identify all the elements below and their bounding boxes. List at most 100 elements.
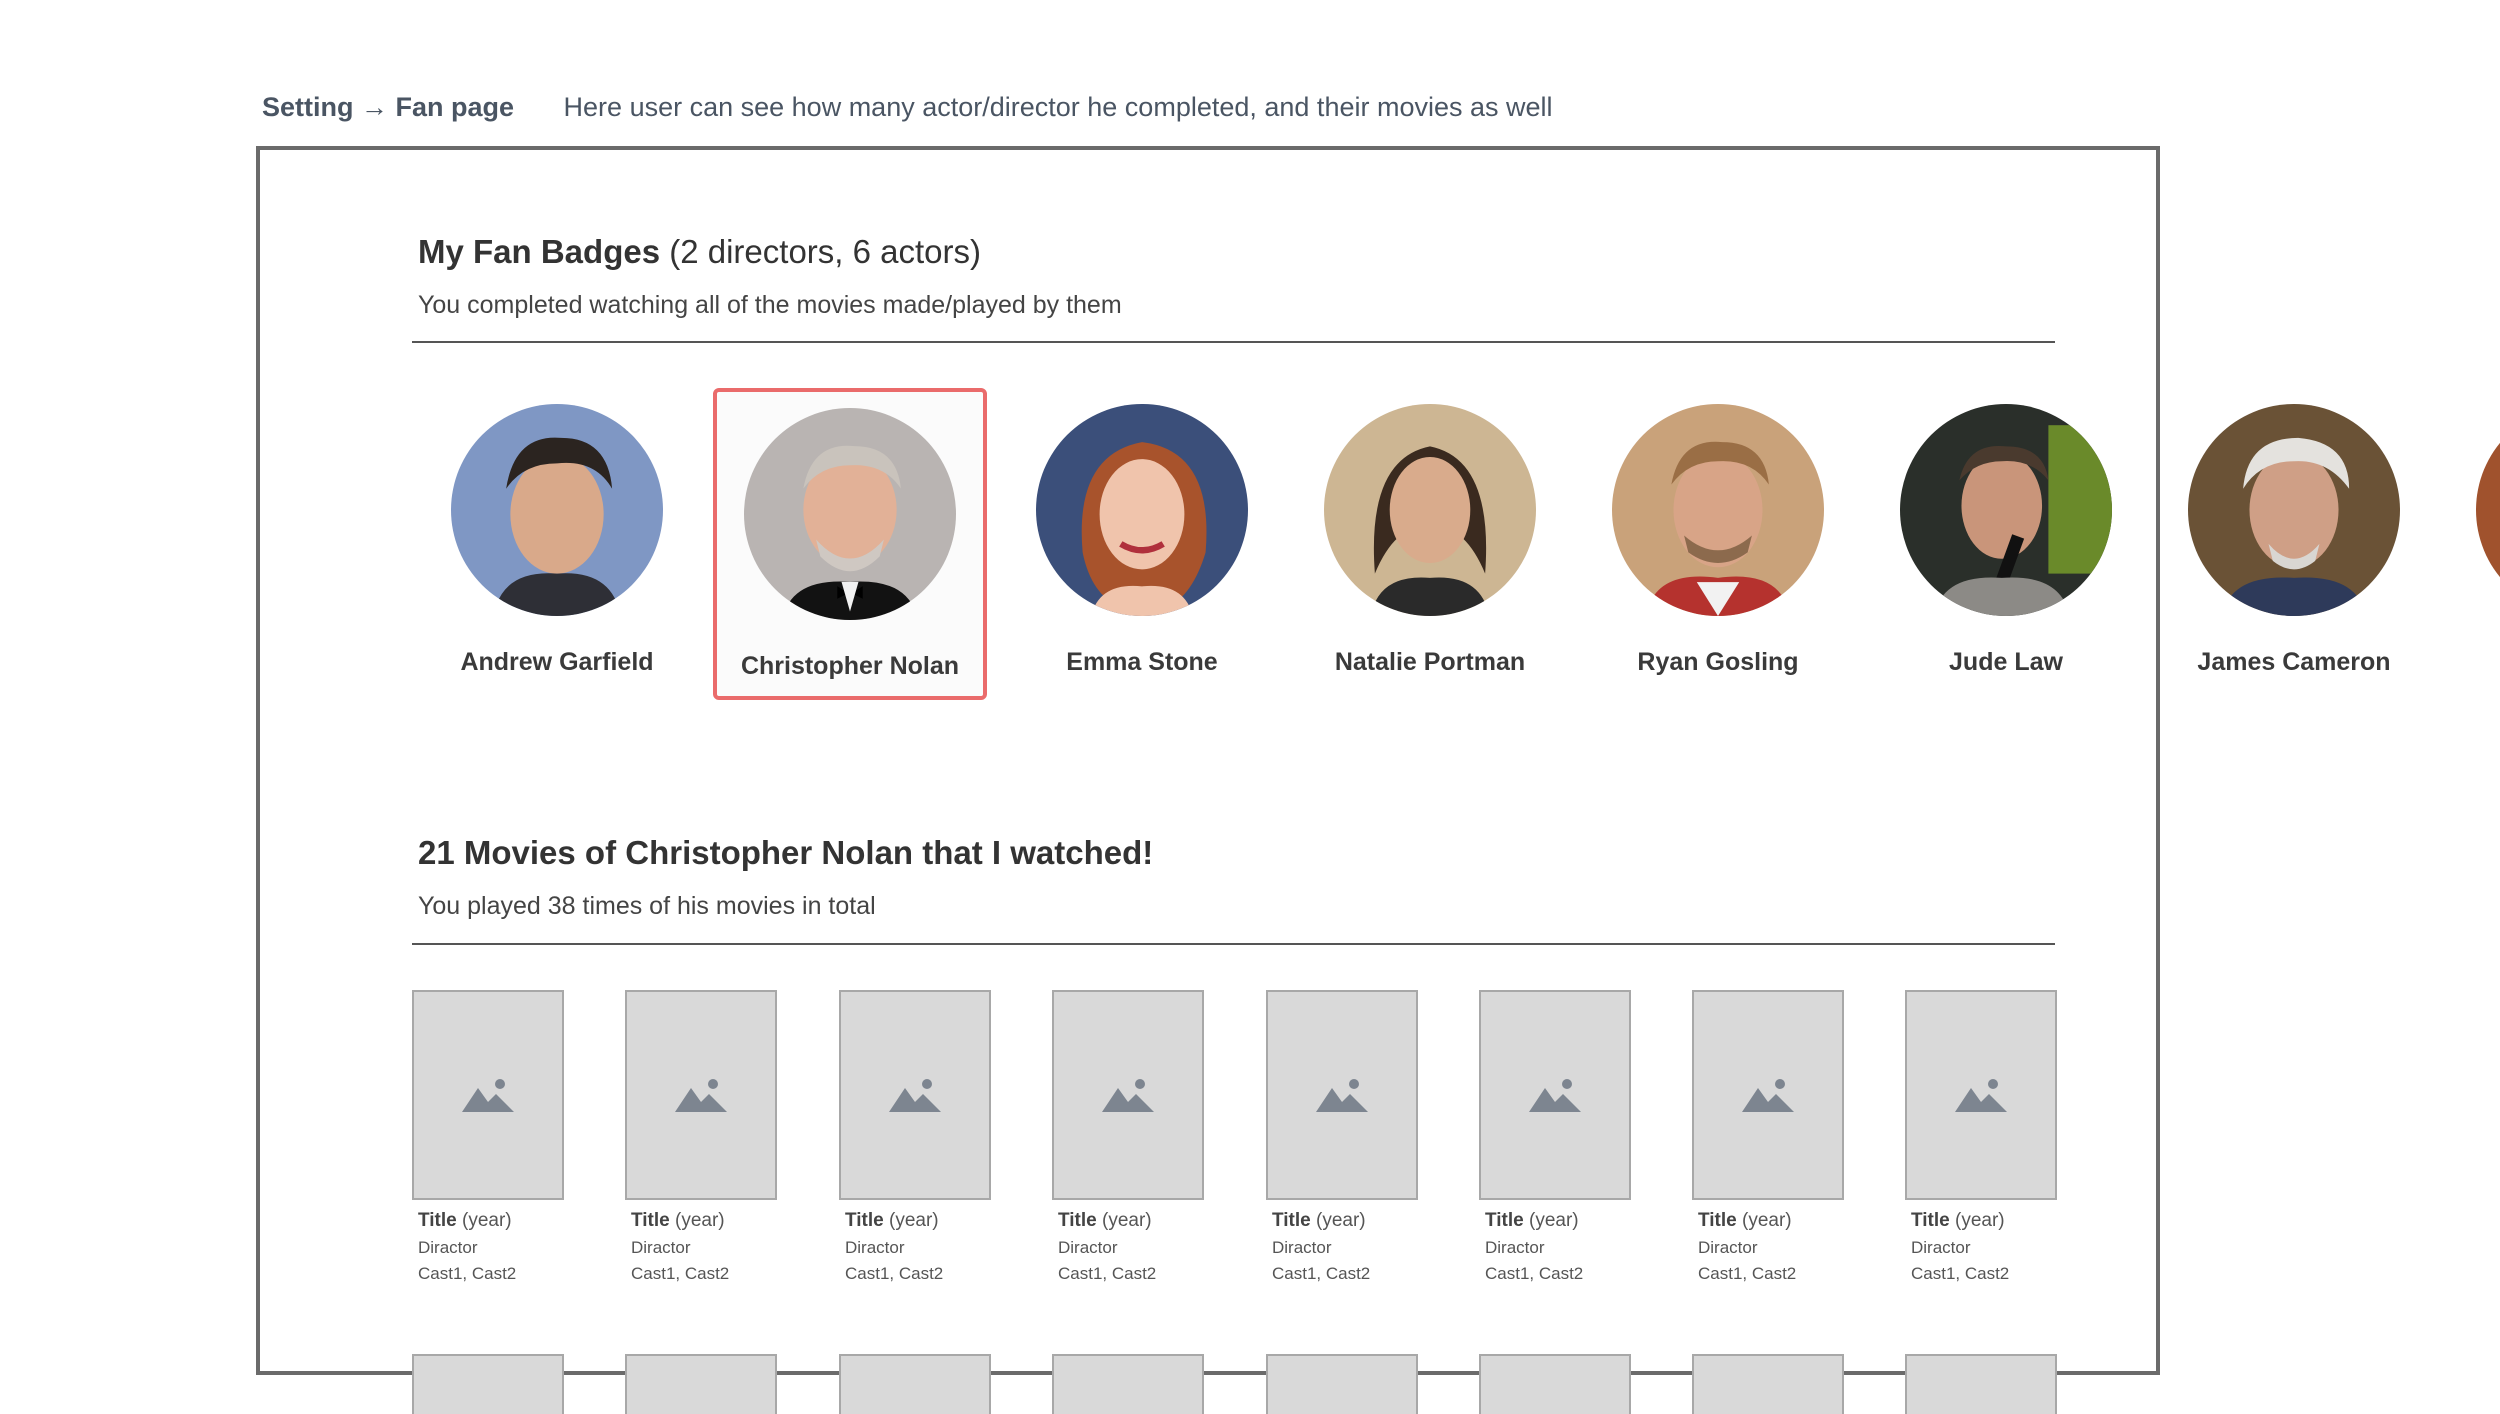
- next-badge-peek: [2476, 404, 2500, 616]
- movie-title-line: Title (year): [1698, 1210, 1796, 1232]
- movie-info: Title (year) Diractor Cast1, Cast2: [631, 1210, 729, 1284]
- movie-poster: [1479, 990, 1631, 1200]
- badge-christopher-nolan[interactable]: Christopher Nolan: [713, 388, 987, 700]
- movie-info: Title (year) Diractor Cast1, Cast2: [845, 1210, 943, 1284]
- movie-director: Diractor: [1698, 1238, 1758, 1257]
- movie-poster-partial[interactable]: [1692, 1354, 1844, 1414]
- movie-title-line: Title (year): [1911, 1210, 2009, 1232]
- movie-poster-partial[interactable]: [625, 1354, 777, 1414]
- movie-title-line: Title (year): [845, 1210, 943, 1232]
- movie-info: Title (year) Diractor Cast1, Cast2: [1485, 1210, 1583, 1284]
- image-placeholder-icon: [1316, 1079, 1368, 1112]
- image-placeholder-icon: [675, 1079, 727, 1112]
- fan-badges-subtitle: You completed watching all of the movies…: [418, 291, 1122, 319]
- image-placeholder-icon: [1955, 1079, 2007, 1112]
- badge-jude-law[interactable]: Jude Law: [1869, 388, 2143, 700]
- fan-badges-divider: [412, 341, 2055, 343]
- avatar-portrait-icon: [744, 408, 956, 620]
- avatar: [1036, 404, 1248, 616]
- movie-title: Title: [1485, 1210, 1524, 1231]
- movie-year: (year): [1102, 1210, 1152, 1231]
- movie-cast: Cast1, Cast2: [418, 1264, 517, 1283]
- movie-director: Diractor: [631, 1238, 691, 1257]
- badge-name: Ryan Gosling: [1637, 648, 1799, 676]
- page-caption: Setting → Fan page Here user can see how…: [262, 92, 1553, 123]
- movie-year: (year): [1742, 1210, 1792, 1231]
- movie-poster-partial[interactable]: [839, 1354, 991, 1414]
- movie-poster-partial[interactable]: [412, 1354, 564, 1414]
- movie-title: Title: [1911, 1210, 1950, 1231]
- movies-divider: [412, 943, 2055, 945]
- avatar-portrait-icon: [451, 404, 663, 616]
- movie-year: (year): [1529, 1210, 1579, 1231]
- movie-director: Diractor: [1911, 1238, 1971, 1257]
- avatar-portrait-icon: [1900, 404, 2112, 616]
- avatar-portrait-icon: [1324, 404, 1536, 616]
- avatar: [2188, 404, 2400, 616]
- breadcrumb: Setting → Fan page: [262, 92, 515, 122]
- movie-info: Title (year) Diractor Cast1, Cast2: [1911, 1210, 2009, 1284]
- movie-director: Diractor: [418, 1238, 478, 1257]
- fan-badges-title: My Fan Badges (2 directors, 6 actors): [418, 233, 981, 271]
- avatar: [1324, 404, 1536, 616]
- movie-year: (year): [675, 1210, 725, 1231]
- badge-emma-stone[interactable]: Emma Stone: [1005, 388, 1279, 700]
- image-placeholder-icon: [1742, 1079, 1794, 1112]
- movie-poster: [1266, 990, 1418, 1200]
- image-placeholder-icon: [462, 1079, 514, 1112]
- movie-title-line: Title (year): [418, 1210, 516, 1232]
- movie-cast: Cast1, Cast2: [631, 1264, 730, 1283]
- badge-name: Emma Stone: [1066, 648, 1218, 676]
- movie-poster: [1692, 990, 1844, 1200]
- badge-name: Andrew Garfield: [460, 648, 654, 676]
- badge-name: Christopher Nolan: [740, 652, 960, 680]
- badge-james-cameron[interactable]: James Cameron: [2157, 388, 2431, 700]
- badge-name: Jude Law: [1949, 648, 2063, 676]
- movie-director: Diractor: [1272, 1238, 1332, 1257]
- movie-year: (year): [462, 1210, 512, 1231]
- avatar: [451, 404, 663, 616]
- movie-poster-partial[interactable]: [1479, 1354, 1631, 1414]
- fan-badges-title-bold: My Fan Badges: [418, 233, 661, 270]
- movies-section-title: 21 Movies of Christopher Nolan that I wa…: [418, 834, 1153, 872]
- movie-title: Title: [631, 1210, 670, 1231]
- movie-title: Title: [1272, 1210, 1311, 1231]
- movie-director: Diractor: [845, 1238, 905, 1257]
- image-placeholder-icon: [1102, 1079, 1154, 1112]
- movie-cast: Cast1, Cast2: [1698, 1264, 1797, 1283]
- movie-poster-partial[interactable]: [1905, 1354, 2057, 1414]
- badge-natalie-portman[interactable]: Natalie Portman: [1293, 388, 1567, 700]
- badge-andrew-garfield[interactable]: Andrew Garfield: [420, 388, 694, 700]
- movie-cast: Cast1, Cast2: [1272, 1264, 1371, 1283]
- movie-poster-partial[interactable]: [1052, 1354, 1204, 1414]
- movie-poster: [625, 990, 777, 1200]
- fan-badges-count: (2 directors, 6 actors): [669, 233, 981, 270]
- movie-info: Title (year) Diractor Cast1, Cast2: [1698, 1210, 1796, 1284]
- caption-description: Here user can see how many actor/directo…: [563, 92, 1553, 122]
- movie-title: Title: [418, 1210, 457, 1231]
- movie-title: Title: [845, 1210, 884, 1231]
- movie-year: (year): [1316, 1210, 1366, 1231]
- movie-year: (year): [1955, 1210, 2005, 1231]
- movie-cast: Cast1, Cast2: [1485, 1264, 1584, 1283]
- movie-director: Diractor: [1485, 1238, 1545, 1257]
- movie-poster: [412, 990, 564, 1200]
- movie-info: Title (year) Diractor Cast1, Cast2: [418, 1210, 516, 1284]
- movie-title-line: Title (year): [631, 1210, 729, 1232]
- badge-ryan-gosling[interactable]: Ryan Gosling: [1581, 388, 1855, 700]
- movie-info: Title (year) Diractor Cast1, Cast2: [1058, 1210, 1156, 1284]
- movie-title-line: Title (year): [1485, 1210, 1583, 1232]
- badge-name: Natalie Portman: [1334, 648, 1526, 676]
- avatar-portrait-icon: [1036, 404, 1248, 616]
- movies-section-title-text: 21 Movies of Christopher Nolan that I wa…: [418, 834, 1154, 871]
- image-placeholder-icon: [889, 1079, 941, 1112]
- movie-poster-partial[interactable]: [1266, 1354, 1418, 1414]
- avatar: [1900, 404, 2112, 616]
- avatar: [744, 408, 956, 620]
- avatar-portrait-icon: [2188, 404, 2400, 616]
- movie-poster: [1905, 990, 2057, 1200]
- movie-poster: [839, 990, 991, 1200]
- movie-director: Diractor: [1058, 1238, 1118, 1257]
- avatar: [1612, 404, 1824, 616]
- avatar-portrait-icon: [1612, 404, 1824, 616]
